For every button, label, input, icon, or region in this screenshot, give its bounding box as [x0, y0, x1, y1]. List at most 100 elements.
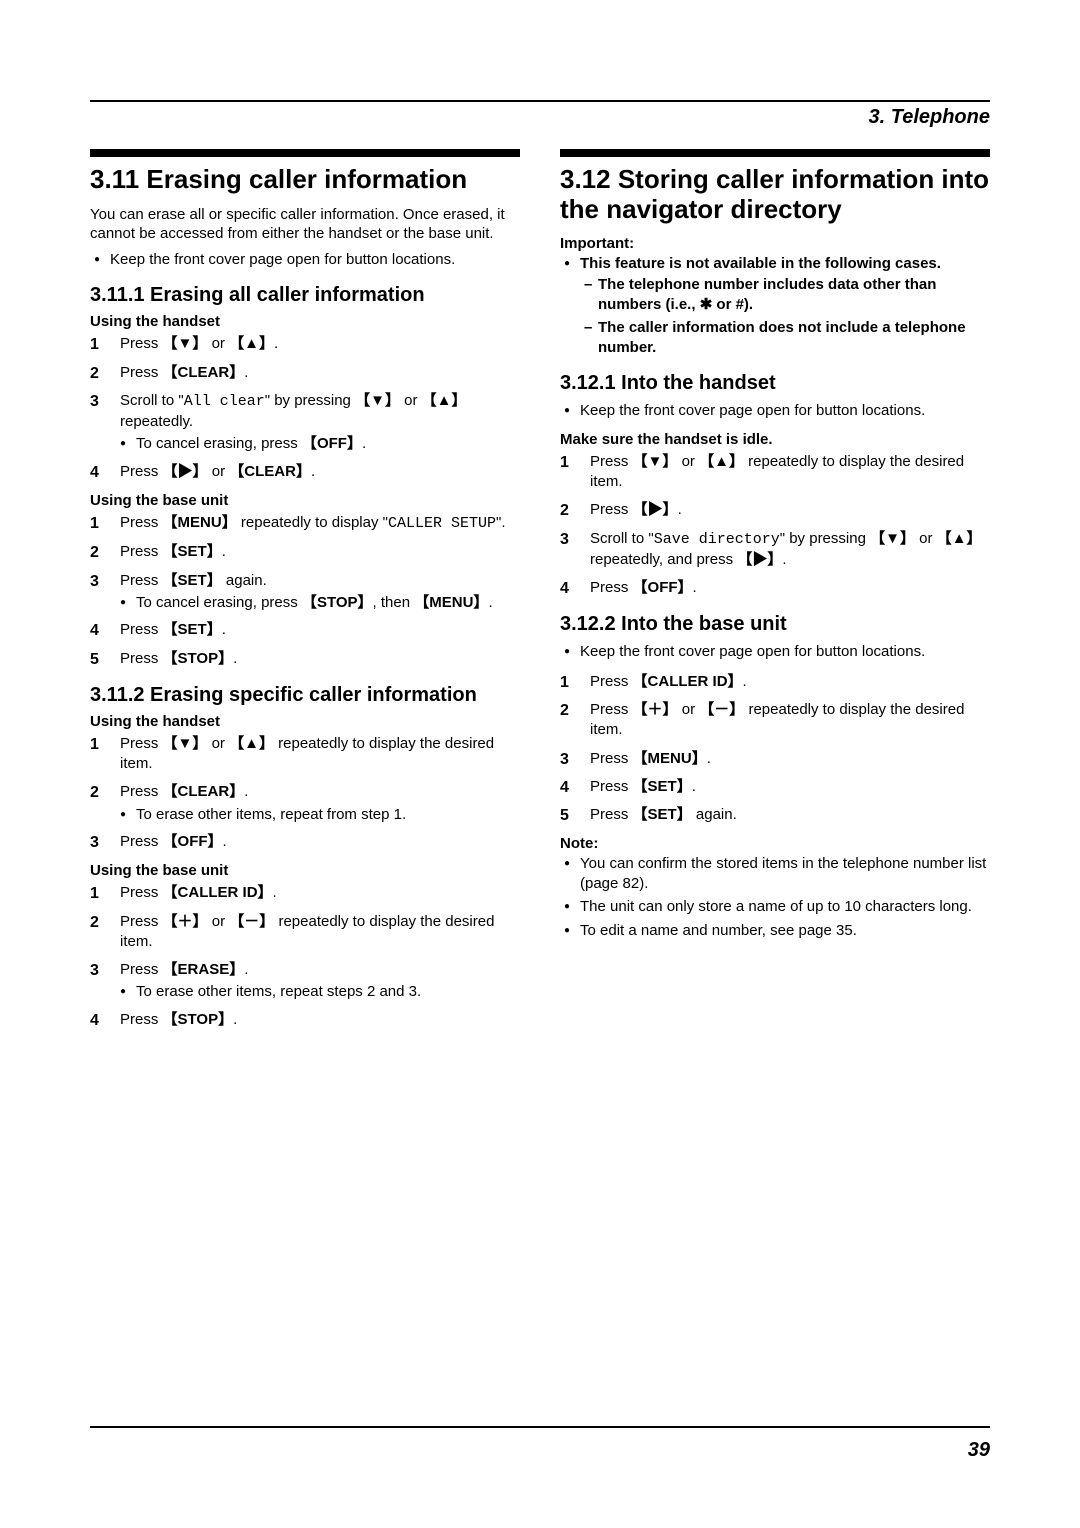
text: .	[274, 335, 278, 352]
mono-text: CALLER SETUP	[388, 515, 496, 532]
text: Press	[120, 735, 163, 752]
text: again.	[222, 572, 267, 589]
step: Press CLEAR.	[90, 363, 520, 383]
key-stop: STOP	[302, 594, 373, 611]
key-off: OFF	[163, 833, 223, 850]
text: ".	[496, 514, 506, 531]
using-handset-label: Using the handset	[90, 313, 520, 330]
note-label: Note:	[560, 835, 990, 852]
step: Press STOP.	[90, 649, 520, 669]
key-stop: STOP	[163, 650, 234, 667]
text: .	[223, 833, 227, 850]
mono-text: All clear	[184, 393, 265, 410]
down-icon: ▼	[178, 335, 193, 352]
bullet: To cancel erasing, press OFF.	[120, 434, 520, 454]
bullet: To cancel erasing, press STOP, then MENU…	[120, 593, 520, 613]
text: .	[233, 1011, 237, 1028]
mono-text: Save directory	[654, 531, 780, 548]
bullet: The unit can only store a name of up to …	[560, 897, 990, 917]
text: " by pressing	[780, 530, 870, 547]
dash-item: The telephone number includes data other…	[580, 275, 990, 314]
section-title-3-11: 3.11 Erasing caller information	[90, 165, 520, 195]
text: Scroll to "	[590, 530, 654, 547]
steps-3-11-2-base: Press CALLER ID. Press ＋ or － repeatedly…	[90, 883, 520, 1030]
footer-rule	[90, 1426, 990, 1428]
intro-text: You can erase all or specific caller inf…	[90, 205, 520, 244]
key-caller-id: CALLER ID	[163, 884, 273, 901]
text: Press	[120, 335, 163, 352]
text: repeatedly to display "	[237, 514, 388, 531]
text: .	[222, 543, 226, 560]
text: .	[311, 463, 315, 480]
text: .	[707, 750, 711, 767]
text: Press	[590, 701, 633, 718]
text: .	[678, 501, 682, 518]
text: Press	[120, 1011, 163, 1028]
key-set: SET	[163, 572, 222, 589]
bullet: To edit a name and number, see page 35.	[560, 921, 990, 941]
plus-icon: ＋	[178, 913, 193, 930]
text: To cancel erasing, press	[136, 594, 302, 611]
key-caller-id: CALLER ID	[633, 673, 743, 690]
important-bullets: This feature is not available in the fol…	[560, 254, 990, 358]
step: Press OFF.	[560, 578, 990, 598]
step: Press MENU repeatedly to display "CALLER…	[90, 513, 520, 534]
up-icon: ▲	[244, 735, 259, 752]
right-icon: ▶	[178, 463, 193, 480]
left-column: 3.11 Erasing caller information You can …	[90, 149, 520, 1040]
sub-bullets: To cancel erasing, press STOP, then MENU…	[120, 593, 520, 613]
header-rule	[90, 100, 990, 102]
sub1-bullets: Keep the front cover page open for butto…	[560, 401, 990, 421]
text: .	[244, 783, 248, 800]
chapter-title: 3. Telephone	[90, 106, 990, 129]
up-icon: ▲	[714, 453, 729, 470]
down-icon: ▼	[178, 735, 193, 752]
text: Press	[590, 673, 633, 690]
steps-3-12-1: Press ▼ or ▲ repeatedly to display the d…	[560, 452, 990, 599]
section-bar	[90, 149, 520, 157]
down-icon: ▼	[370, 392, 385, 409]
key-erase: ERASE	[163, 961, 245, 978]
using-handset-label: Using the handset	[90, 713, 520, 730]
key-stop: STOP	[163, 1011, 234, 1028]
text: or	[678, 701, 700, 718]
step: Press MENU.	[560, 749, 990, 769]
step: Press ▶ or CLEAR.	[90, 462, 520, 482]
text: Press	[120, 514, 163, 531]
step: Press ▼ or ▲ repeatedly to display the d…	[560, 452, 990, 493]
text: Press	[590, 778, 633, 795]
key-set: SET	[633, 778, 692, 795]
important-dashes: The telephone number includes data other…	[580, 275, 990, 357]
idle-label: Make sure the handset is idle.	[560, 431, 990, 448]
intro-bullet: Keep the front cover page open for butto…	[90, 250, 520, 270]
text: .	[273, 884, 277, 901]
text: Press	[120, 572, 163, 589]
sub-bullets: To cancel erasing, press OFF.	[120, 434, 520, 454]
step: Press OFF.	[90, 832, 520, 852]
text: or	[915, 530, 937, 547]
using-base-label: Using the base unit	[90, 862, 520, 879]
text: again.	[692, 806, 737, 823]
steps-3-11-1-base: Press MENU repeatedly to display "CALLER…	[90, 513, 520, 669]
text: Press	[590, 501, 633, 518]
text: .	[743, 673, 747, 690]
subsection-3-11-1: 3.11.1 Erasing all caller information	[90, 283, 520, 307]
text: .	[362, 435, 366, 452]
text: Press	[120, 621, 163, 638]
text: or	[677, 453, 699, 470]
step: Press ERASE. To erase other items, repea…	[90, 960, 520, 1002]
text: .	[693, 579, 697, 596]
step: Press SET again. To cancel erasing, pres…	[90, 571, 520, 613]
bullet: This feature is not available in the fol…	[560, 254, 990, 358]
text: This feature is not available in the fol…	[580, 255, 941, 272]
text: .	[782, 551, 786, 568]
step: Scroll to "Save directory" by pressing ▼…	[560, 529, 990, 571]
page: 3. Telephone 3.11 Erasing caller informa…	[0, 0, 1080, 1528]
right-column: 3.12 Storing caller information into the…	[560, 149, 990, 1040]
key-set: SET	[633, 806, 692, 823]
down-icon: ▼	[648, 453, 663, 470]
text: repeatedly, and press	[590, 551, 737, 568]
steps-3-11-2-handset: Press ▼ or ▲ repeatedly to display the d…	[90, 734, 520, 853]
sub-bullets: To erase other items, repeat steps 2 and…	[120, 982, 520, 1002]
using-base-label: Using the base unit	[90, 492, 520, 509]
